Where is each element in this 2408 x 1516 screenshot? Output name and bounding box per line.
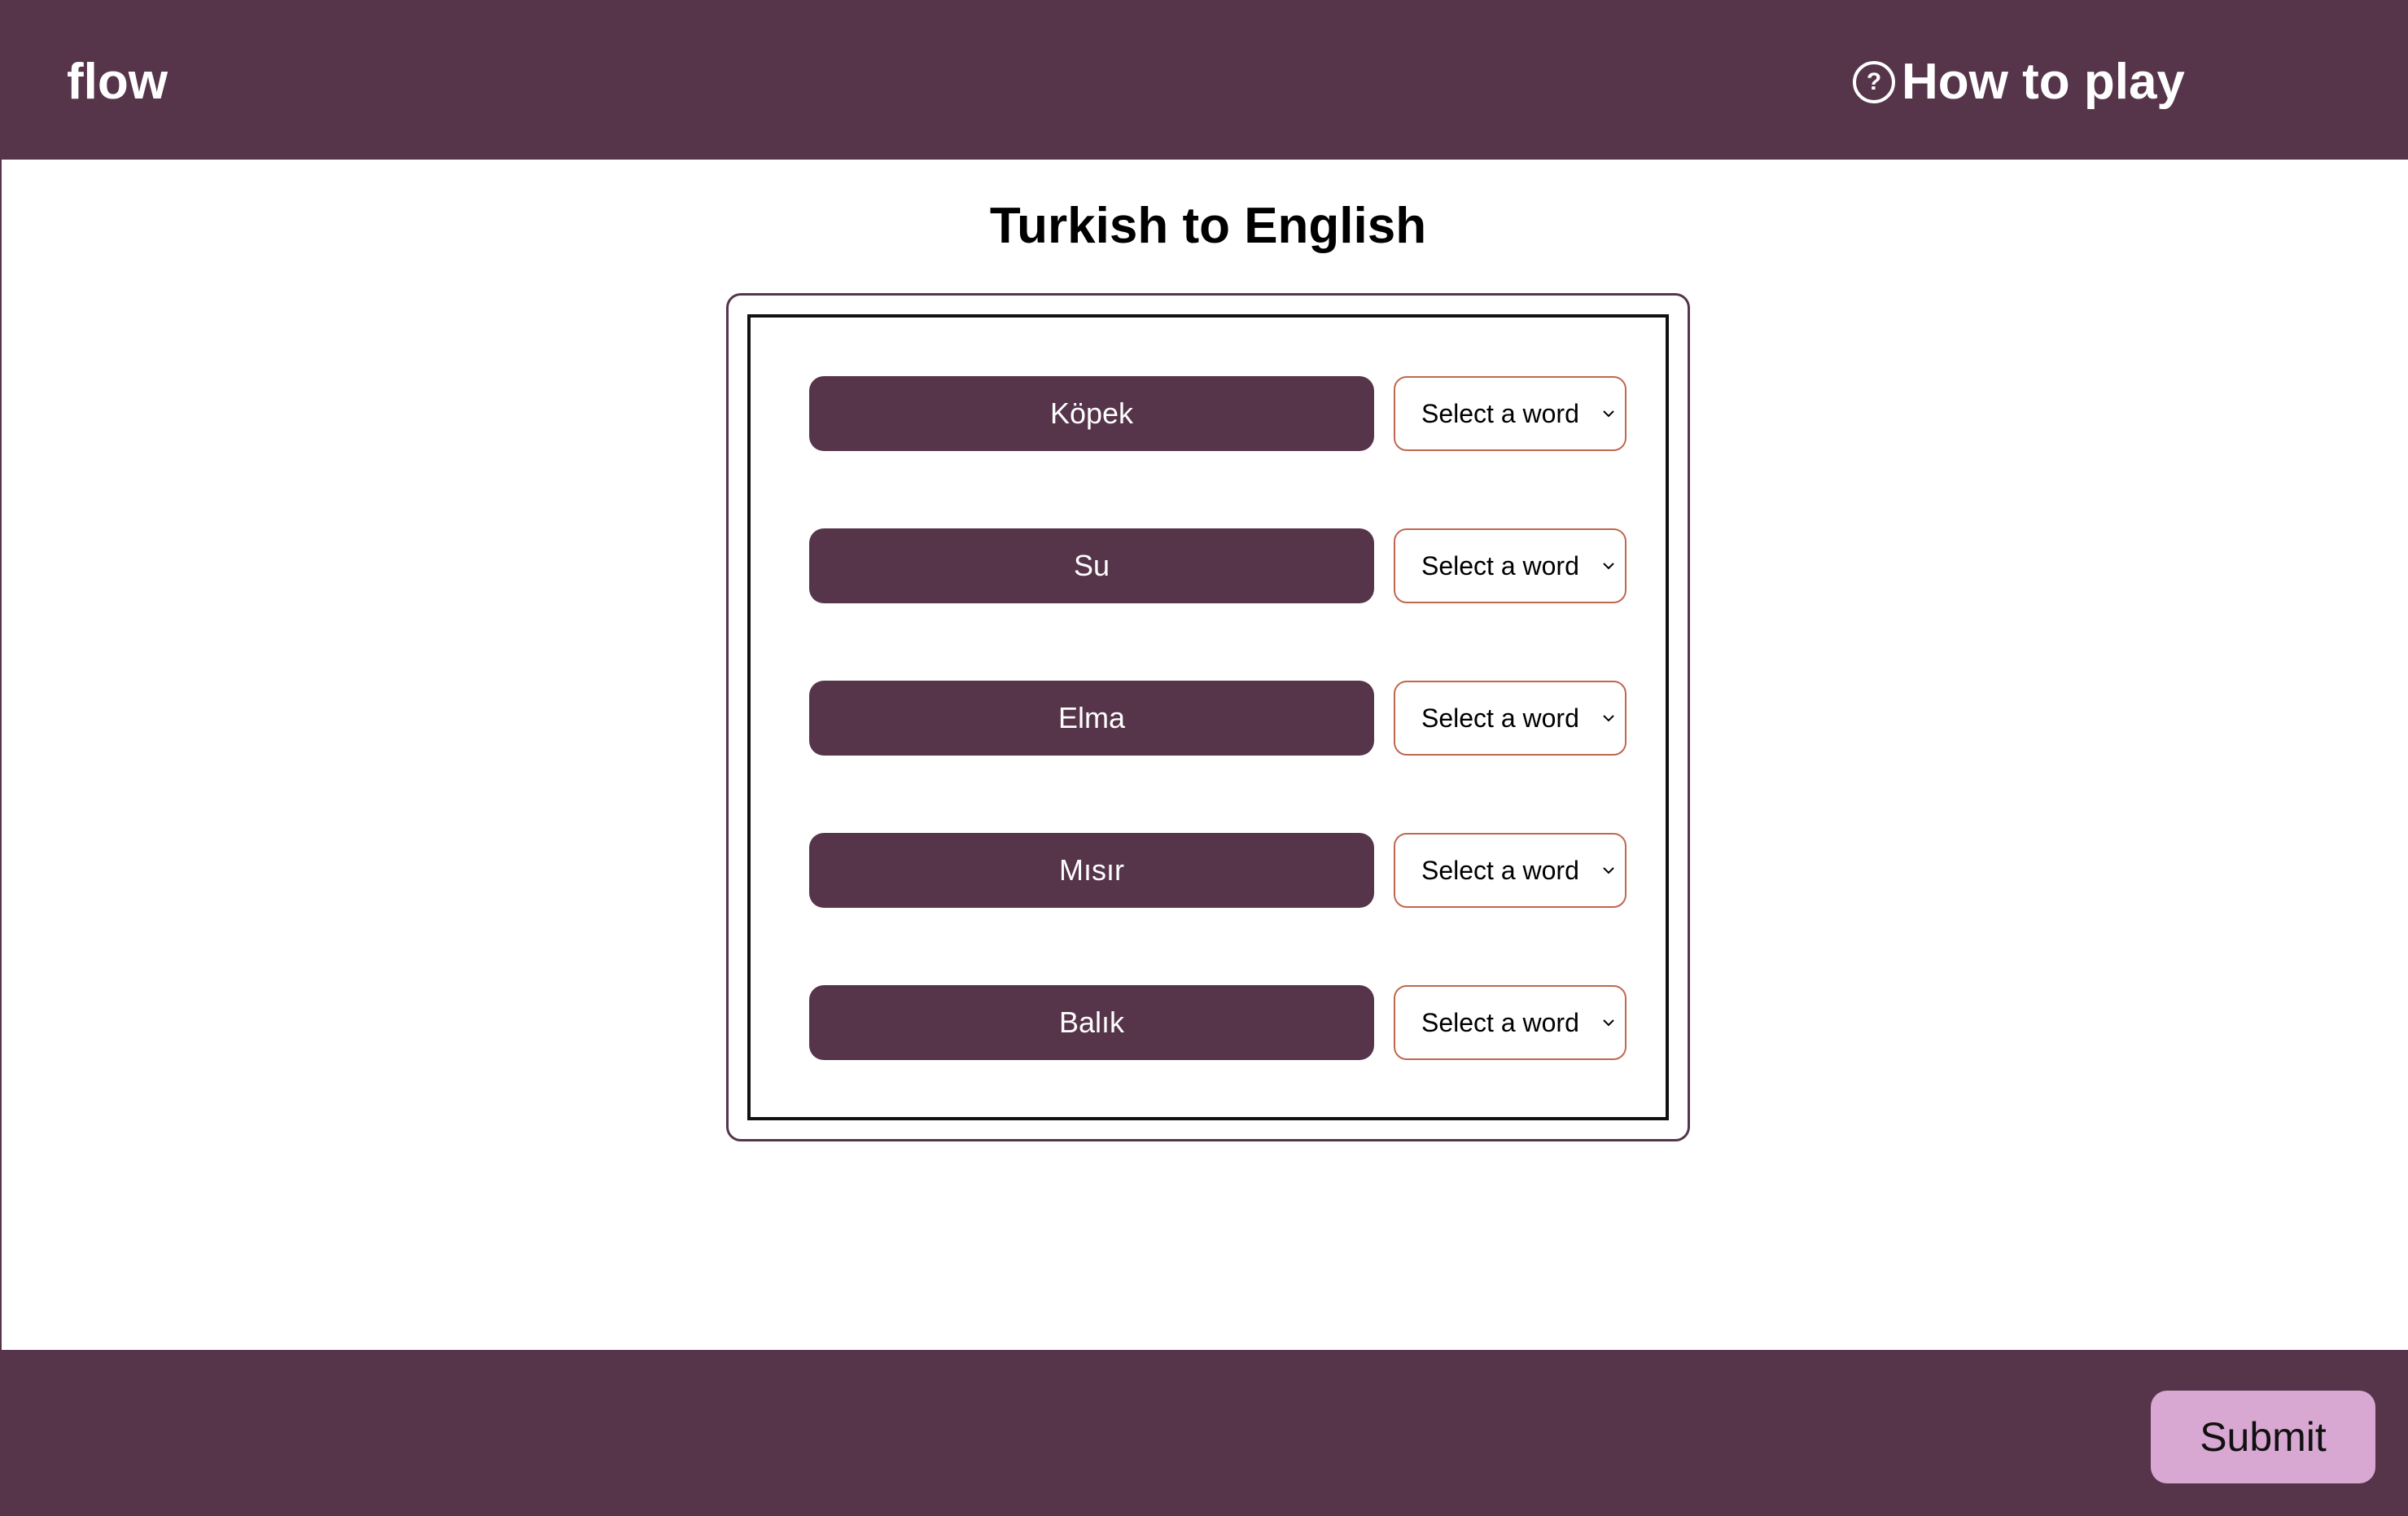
source-word: Mısır: [809, 833, 1374, 908]
source-word: Balık: [809, 985, 1374, 1060]
source-word: Su: [809, 528, 1374, 603]
word-row: Su Select a word: [809, 528, 1626, 603]
chevron-down-icon: [1603, 1019, 1614, 1027]
top-bar: flow ? How to play: [0, 0, 2408, 160]
select-value: Select a word: [1421, 703, 1579, 733]
select-value: Select a word: [1421, 399, 1579, 428]
translation-select[interactable]: Select a word: [1394, 833, 1626, 908]
select-value: Select a word: [1421, 856, 1579, 885]
how-to-play-label: How to play: [1902, 54, 2185, 110]
translation-select[interactable]: Select a word: [1394, 681, 1626, 756]
word-row: Elma Select a word: [809, 681, 1626, 756]
translation-select[interactable]: Select a word: [1394, 376, 1626, 451]
how-to-play-button[interactable]: ? How to play: [1853, 50, 2185, 114]
word-row: Mısır Select a word: [809, 833, 1626, 908]
chevron-down-icon: [1603, 410, 1614, 418]
page: flow ? How to play Turkish to English Kö…: [0, 0, 2408, 1516]
translation-select[interactable]: Select a word: [1394, 528, 1626, 603]
translation-select[interactable]: Select a word: [1394, 985, 1626, 1060]
word-row: Balık Select a word: [809, 985, 1626, 1060]
source-word: Köpek: [809, 376, 1374, 451]
app-logo-text[interactable]: flow: [67, 54, 168, 111]
question-circle-icon: ?: [1853, 61, 1895, 103]
word-row: Köpek Select a word: [809, 376, 1626, 451]
select-value: Select a word: [1421, 1008, 1579, 1037]
page-title: Turkish to English: [989, 198, 1427, 254]
chevron-down-icon: [1603, 867, 1614, 874]
chevron-down-icon: [1603, 563, 1614, 570]
select-value: Select a word: [1421, 551, 1579, 581]
bottom-bar: [0, 1350, 2408, 1516]
source-word: Elma: [809, 681, 1374, 756]
chevron-down-icon: [1603, 715, 1614, 722]
submit-button[interactable]: Submit: [2151, 1391, 2375, 1483]
